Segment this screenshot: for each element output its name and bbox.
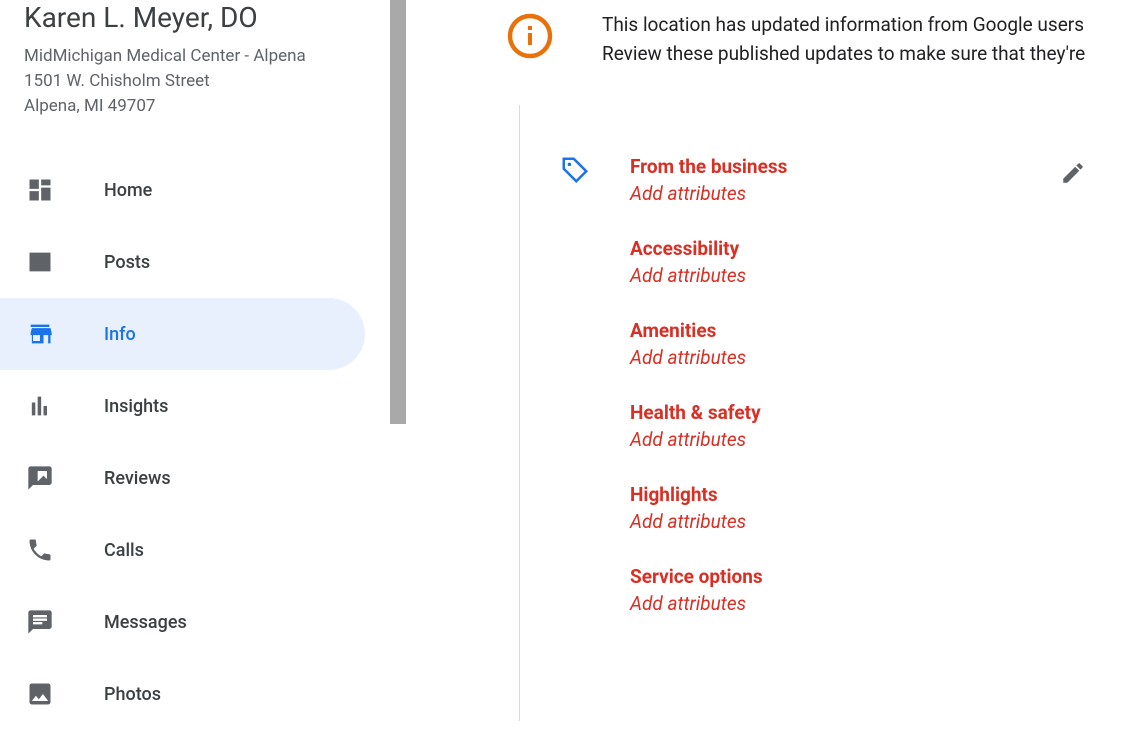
attr-group-health-safety: Health & safety Add attributes <box>630 401 787 451</box>
add-attributes-link[interactable]: Add attributes <box>630 592 787 615</box>
attr-title: Service options <box>630 565 787 588</box>
sidebar-item-posts[interactable]: Posts <box>0 226 365 298</box>
sidebar-item-reviews[interactable]: Reviews <box>0 442 365 514</box>
attr-group-highlights: Highlights Add attributes <box>630 483 787 533</box>
attr-group-service-options: Service options Add attributes <box>630 565 787 615</box>
sidebar-item-home[interactable]: Home <box>0 154 365 226</box>
storefront-icon <box>24 318 56 350</box>
sidebar-item-label: Insights <box>104 396 168 417</box>
attr-title: Amenities <box>630 319 787 342</box>
sidebar-item-insights[interactable]: Insights <box>0 370 365 442</box>
sidebar-item-label: Reviews <box>104 468 171 489</box>
address-line-3: Alpena, MI 49707 <box>24 94 366 119</box>
sidebar-item-label: Info <box>104 324 136 345</box>
business-name: Karen L. Meyer, DO <box>24 0 366 36</box>
sidebar-item-label: Posts <box>104 252 150 273</box>
sidebar-item-info[interactable]: Info <box>0 298 365 370</box>
add-attributes-link[interactable]: Add attributes <box>630 182 787 205</box>
vertical-divider <box>519 105 520 721</box>
banner-text: This location has updated information fr… <box>602 10 1085 69</box>
address-line-2: 1501 W. Chisholm Street <box>24 69 366 94</box>
sidebar-nav: Home Posts Info Insights Reviews <box>0 154 390 730</box>
banner-line-2: Review these published updates to make s… <box>602 39 1085 68</box>
image-icon <box>24 678 56 710</box>
add-attributes-link[interactable]: Add attributes <box>630 428 787 451</box>
attr-title: Highlights <box>630 483 787 506</box>
banner-line-1: This location has updated information fr… <box>602 10 1085 39</box>
add-attributes-link[interactable]: Add attributes <box>630 510 787 533</box>
edit-button[interactable] <box>1060 160 1086 190</box>
sidebar-item-calls[interactable]: Calls <box>0 514 365 586</box>
scrollbar-thumb[interactable] <box>390 0 406 424</box>
chat-icon <box>24 606 56 638</box>
sidebar: Karen L. Meyer, DO MidMichigan Medical C… <box>0 0 390 721</box>
sidebar-item-photos[interactable]: Photos <box>0 658 365 730</box>
add-attributes-link[interactable]: Add attributes <box>630 346 787 369</box>
bar-chart-icon <box>24 390 56 422</box>
sidebar-item-label: Home <box>104 180 152 201</box>
add-attributes-link[interactable]: Add attributes <box>630 264 787 287</box>
info-icon <box>506 12 554 60</box>
sidebar-item-messages[interactable]: Messages <box>0 586 365 658</box>
dashboard-icon <box>24 174 56 206</box>
attr-title: Accessibility <box>630 237 787 260</box>
pencil-icon <box>1060 171 1086 190</box>
attr-group-from-business: From the business Add attributes <box>630 155 787 205</box>
info-banner: This location has updated information fr… <box>406 0 1138 105</box>
business-address: MidMichigan Medical Center - Alpena 1501… <box>24 44 366 118</box>
attr-title: Health & safety <box>630 401 787 424</box>
attributes-section: From the business Add attributes Accessi… <box>560 155 787 647</box>
phone-icon <box>24 534 56 566</box>
sidebar-item-label: Messages <box>104 612 187 633</box>
review-icon <box>24 462 56 494</box>
attr-title: From the business <box>630 155 787 178</box>
attr-group-amenities: Amenities Add attributes <box>630 319 787 369</box>
tag-icon <box>560 155 630 189</box>
posts-icon <box>24 246 56 278</box>
address-line-1: MidMichigan Medical Center - Alpena <box>24 44 366 69</box>
sidebar-item-label: Calls <box>104 540 144 561</box>
sidebar-header: Karen L. Meyer, DO MidMichigan Medical C… <box>0 0 390 136</box>
attr-group-accessibility: Accessibility Add attributes <box>630 237 787 287</box>
sidebar-item-label: Photos <box>104 684 161 705</box>
